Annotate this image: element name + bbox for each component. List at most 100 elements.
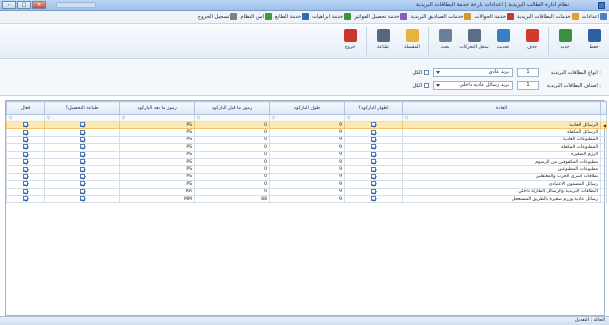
name-cell[interactable]: مطبوعات المكفوفين من الرسوم: [402, 157, 601, 167]
filter-cell[interactable]: ▽: [194, 114, 270, 122]
suffix-cell[interactable]: PS: [119, 135, 195, 145]
name-cell[interactable]: بطاقات أسرى الحرب والمعتقلين: [402, 172, 601, 182]
active-cell[interactable]: [6, 143, 45, 152]
suffix-cell[interactable]: PS: [119, 157, 195, 167]
table-row[interactable]: PS 0 9 الرسائل العادية ◀: [6, 120, 607, 130]
toolbar-button-6[interactable]: المفضلة: [399, 27, 425, 56]
length-cell[interactable]: 9: [269, 165, 345, 174]
name-cell[interactable]: المطبوعات العادية: [402, 135, 601, 145]
table-row[interactable]: PS 0 9 الرسائل المكفلة: [6, 128, 607, 137]
filter-cell[interactable]: ▽: [344, 114, 403, 122]
prefix-cell[interactable]: 0: [194, 187, 270, 196]
name-cell[interactable]: مطبوعات المطبوعين: [402, 165, 601, 174]
active-cell[interactable]: [6, 150, 45, 159]
length-cell[interactable]: 9: [269, 120, 345, 130]
length-cell[interactable]: 9: [269, 135, 345, 145]
suffix-cell[interactable]: PS: [119, 180, 195, 189]
name-cell[interactable]: رسائل المضمون الاعتيادي: [402, 180, 601, 189]
prefix-cell[interactable]: 0: [194, 143, 270, 152]
menu-item-7[interactable]: امن النظام: [240, 13, 272, 20]
length-cell[interactable]: 9: [269, 180, 345, 189]
col-header-show-barcode[interactable]: اظهار الباركود؟: [344, 101, 403, 115]
print-cell[interactable]: [44, 157, 120, 167]
active-cell[interactable]: [6, 172, 45, 182]
prefix-cell[interactable]: 0: [194, 120, 270, 130]
print-cell[interactable]: [44, 194, 120, 204]
name-cell[interactable]: الرسائل العادية: [402, 120, 601, 130]
active-cell[interactable]: [6, 157, 45, 167]
suffix-cell[interactable]: PS: [119, 172, 195, 182]
length-cell[interactable]: 9: [269, 172, 345, 182]
suffix-cell[interactable]: PS: [119, 165, 195, 174]
table-row[interactable]: PS 0 9 بطاقات أسرى الحرب والمعتقلين: [6, 172, 607, 182]
card-class-code-input[interactable]: 1: [517, 81, 539, 90]
col-header-suffix[interactable]: رموز ما بعد الباركود: [119, 101, 195, 115]
name-cell[interactable]: المطبوعات المكفلة: [402, 143, 601, 152]
length-cell[interactable]: 9: [269, 128, 345, 137]
filter-cell[interactable]: ▽: [44, 114, 120, 122]
suffix-cell[interactable]: PS: [119, 128, 195, 137]
print-cell[interactable]: [44, 128, 120, 137]
print-cell[interactable]: [44, 150, 120, 159]
print-cell[interactable]: [44, 187, 120, 196]
print-cell[interactable]: [44, 172, 120, 182]
length-cell[interactable]: 9: [269, 150, 345, 159]
menu-item-6[interactable]: خدمة الطابع: [275, 13, 310, 20]
prefix-cell[interactable]: 0: [194, 135, 270, 145]
suffix-cell[interactable]: PS: [119, 150, 195, 159]
toolbar-button-5[interactable]: بحث: [432, 27, 458, 56]
prefix-cell[interactable]: 0: [194, 180, 270, 189]
active-cell[interactable]: [6, 120, 45, 130]
close-button[interactable]: ✕: [32, 1, 46, 9]
suffix-cell[interactable]: PS: [119, 120, 195, 130]
prefix-cell[interactable]: 88: [194, 194, 270, 204]
col-header-length[interactable]: طول الباركود: [269, 101, 345, 115]
card-type-all-checkbox[interactable]: الكل: [413, 70, 429, 76]
active-cell[interactable]: [6, 128, 45, 137]
menu-item-5[interactable]: خدمة ابراهيات: [312, 13, 352, 20]
menu-item-8[interactable]: تسجيل الخروج: [198, 13, 238, 20]
show-barcode-cell[interactable]: [344, 165, 403, 174]
length-cell[interactable]: 9: [269, 143, 345, 152]
card-class-select[interactable]: بريد رسائل عادية داخلي: [433, 81, 513, 90]
show-barcode-cell[interactable]: [344, 172, 403, 182]
menu-item-2[interactable]: خدمة الحوالات: [474, 13, 514, 20]
suffix-cell[interactable]: RR: [119, 187, 195, 196]
show-barcode-cell[interactable]: [344, 143, 403, 152]
col-header-active[interactable]: فعال: [6, 101, 45, 115]
col-header-print[interactable]: طباعة التحصيل؟: [44, 101, 120, 115]
table-row[interactable]: PS 0 9 مطبوعات المكفوفين من الرسوم: [6, 157, 607, 167]
show-barcode-cell[interactable]: [344, 135, 403, 145]
table-row[interactable]: PS 0 9 المطبوعات المكفلة: [6, 143, 607, 152]
toolbar-button-3[interactable]: تحديث: [490, 27, 516, 56]
menu-item-4[interactable]: خدمة تحصيل الفواتير: [354, 13, 408, 20]
table-row[interactable]: PS 0 9 المطبوعات العادية: [6, 135, 607, 145]
prefix-cell[interactable]: 0: [194, 172, 270, 182]
toolbar-button-8[interactable]: خروج: [337, 27, 363, 56]
length-cell[interactable]: 9: [269, 187, 345, 196]
show-barcode-cell[interactable]: [344, 150, 403, 159]
maximize-button[interactable]: □: [17, 1, 31, 9]
suffix-cell[interactable]: PS: [119, 143, 195, 152]
show-barcode-cell[interactable]: [344, 187, 403, 196]
card-type-code-input[interactable]: 1: [517, 68, 539, 77]
active-cell[interactable]: [6, 135, 45, 145]
print-cell[interactable]: [44, 143, 120, 152]
toolbar-button-4[interactable]: سجل التحركات: [459, 27, 489, 56]
toolbar-button-1[interactable]: جديد: [552, 27, 578, 56]
active-cell[interactable]: [6, 194, 45, 204]
show-barcode-cell[interactable]: [344, 128, 403, 137]
card-type-select[interactable]: بريد عادي: [433, 68, 513, 77]
table-row[interactable]: MM 88 9 رسائل عادية وزرم صغيرة بالطريق المس…: [6, 194, 607, 204]
length-cell[interactable]: 9: [269, 194, 345, 204]
menu-item-3[interactable]: خدمات الصناديق البريدية: [410, 13, 472, 20]
print-cell[interactable]: [44, 180, 120, 189]
menu-item-0[interactable]: اعدادات: [582, 13, 607, 20]
print-cell[interactable]: [44, 120, 120, 130]
filter-cell[interactable]: ▽: [269, 114, 345, 122]
table-row[interactable]: PS 0 9 مطبوعات المطبوعين: [6, 165, 607, 174]
table-row[interactable]: PS 0 9 رسائل المضمون الاعتيادي: [6, 180, 607, 189]
name-cell[interactable]: الرزم الصغيرة: [402, 150, 601, 159]
filter-cell[interactable]: ▽: [6, 114, 45, 122]
toolbar-button-0[interactable]: حفظ: [581, 27, 607, 56]
